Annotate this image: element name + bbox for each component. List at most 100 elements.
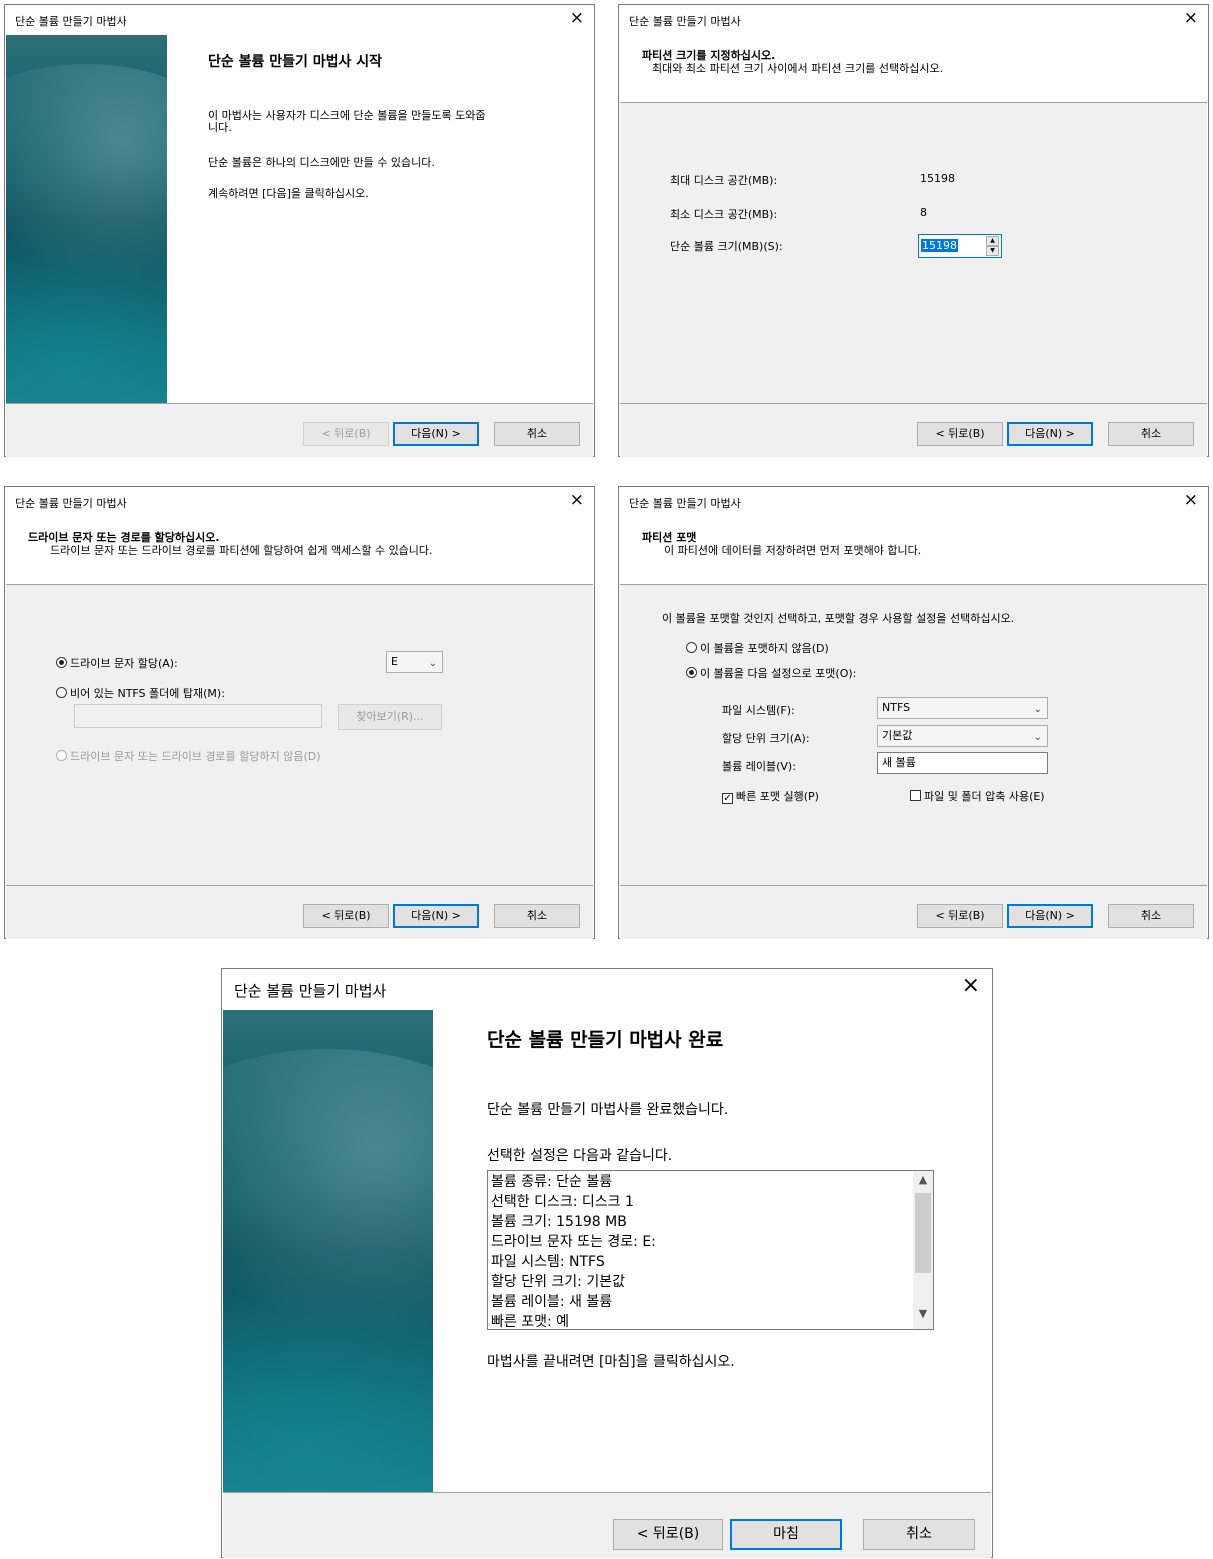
compression-label: 파일 및 폴더 압축 사용(E) [924,790,1045,803]
assign-letter-label: 드라이브 문자 할당(A): [70,657,178,670]
close-icon[interactable]: × [1184,490,1198,510]
page-body: 최대 디스크 공간(MB): 15198 최소 디스크 공간(MB): 8 단순… [620,103,1207,403]
button-bar: < 뒤로(B) 다음(N) > 취소 [620,885,1207,939]
wizard-dialog-format: 단순 볼륨 만들기 마법사 × 파티션 포맷 이 파티션에 데이터를 저장하려면… [618,486,1209,939]
button-bar: < 뒤로(B) 다음(N) > 취소 [620,403,1207,457]
summary-lines: 볼륨 종류: 단순 볼륨 선택한 디스크: 디스크 1 볼륨 크기: 15198… [488,1172,913,1330]
summary-scrollbar[interactable]: ▲ ▼ [913,1171,933,1329]
finish-instruction: 마법사를 끝내려면 [마침]을 클릭하십시오. [487,1354,735,1370]
spin-up-icon[interactable]: ▲ [986,236,999,246]
list-item: 빠른 포맷: 예 [491,1314,570,1330]
allocation-size-value: 기본값 [882,729,913,742]
list-item: 선택한 디스크: 디스크 1 [491,1194,634,1210]
quick-format-label: 빠른 포맷 실행(P) [736,790,819,803]
assign-letter-radio[interactable]: 드라이브 문자 할당(A): [56,655,178,671]
window-title: 단순 볼륨 만들기 마법사 [234,982,387,1000]
next-button[interactable]: 다음(N) > [1007,422,1093,446]
mount-folder-radio[interactable]: 비어 있는 NTFS 폴더에 탑재(M): [56,685,225,701]
radio-unselected-icon [686,642,697,653]
close-icon[interactable]: × [962,975,980,997]
wizard-banner-image [223,1010,433,1492]
drive-letter-select[interactable]: E ⌄ [386,651,443,673]
wizard-dialog-complete: 단순 볼륨 만들기 마법사 × 단순 볼륨 만들기 마법사 완료 단순 볼륨 만… [221,968,993,1558]
volume-label-value: 새 볼륨 [882,756,916,769]
list-item: 볼륨 크기: 15198 MB [491,1214,627,1230]
volume-size-stepper[interactable]: 15198 ▲ ▼ [918,234,1002,258]
close-icon[interactable]: × [570,490,584,510]
page-body: 드라이브 문자 할당(A): E ⌄ 비어 있는 NTFS 폴더에 탑재(M):… [6,585,593,885]
cancel-button[interactable]: 취소 [863,1519,975,1550]
title-bar: 단순 볼륨 만들기 마법사 × [619,487,1208,517]
page-subtitle: 드라이브 문자 또는 드라이브 경로를 파티션에 할당하여 쉽게 액세스할 수 … [50,544,433,557]
window-title: 단순 볼륨 만들기 마법사 [15,15,127,28]
button-bar: < 뒤로(B) 마침 취소 [223,1492,991,1558]
wizard-banner-image [6,35,167,403]
next-button[interactable]: 다음(N) > [1007,904,1093,928]
checkbox-checked-icon: ✓ [722,793,733,804]
spin-down-icon[interactable]: ▼ [986,246,999,256]
radio-selected-icon [56,657,67,668]
page-header: 파티션 크기를 지정하십시오. 최대와 최소 파티션 크기 사이에서 파티션 크… [620,35,1207,103]
no-letter-radio[interactable]: 드라이브 문자 또는 드라이브 경로를 할당하지 않음(D) [56,748,321,764]
title-bar: 단순 볼륨 만들기 마법사 × [619,5,1208,35]
back-button[interactable]: < 뒤로(B) [303,422,389,446]
no-format-radio[interactable]: 이 볼륨을 포맷하지 않음(D) [686,640,829,656]
compression-checkbox[interactable]: 파일 및 폴더 압축 사용(E) [910,788,1045,804]
page-subtitle: 최대와 최소 파티션 크기 사이에서 파티션 크기를 선택하십시오. [652,62,944,75]
complete-text: 단순 볼륨 만들기 마법사를 완료했습니다. [487,1102,729,1118]
scroll-thumb[interactable] [915,1193,931,1273]
file-system-select[interactable]: NTFS ⌄ [877,697,1048,719]
finish-button[interactable]: 마침 [730,1519,842,1550]
list-item: 볼륨 종류: 단순 볼륨 [491,1174,613,1190]
close-icon[interactable]: × [1184,8,1198,28]
min-size-label: 최소 디스크 공간(MB): [670,208,778,221]
page-header: 파티션 포맷 이 파티션에 데이터를 저장하려면 먼저 포맷해야 합니다. [620,517,1207,585]
back-button[interactable]: < 뒤로(B) [917,422,1003,446]
mount-folder-label: 비어 있는 NTFS 폴더에 탑재(M): [70,687,225,700]
scroll-down-icon[interactable]: ▼ [913,1307,933,1327]
volume-size-value[interactable]: 15198 [921,239,958,252]
wizard-heading: 단순 볼륨 만들기 마법사 시작 [208,54,383,70]
back-button[interactable]: < 뒤로(B) [613,1519,723,1550]
back-button[interactable]: < 뒤로(B) [303,904,389,928]
format-radio[interactable]: 이 볼륨을 다음 설정으로 포맷(O): [686,665,856,681]
format-intro: 이 볼륨을 포맷할 것인지 선택하고, 포맷할 경우 사용할 설정을 선택하십시… [662,612,1015,625]
chevron-down-icon: ⌄ [428,658,437,669]
mount-path-field[interactable] [74,704,322,728]
close-icon[interactable]: × [570,8,584,28]
cancel-button[interactable]: 취소 [1108,904,1194,928]
single-disk-text: 단순 볼륨은 하나의 디스크에만 만들 수 있습니다. [208,156,435,169]
page-body: 이 볼륨을 포맷할 것인지 선택하고, 포맷할 경우 사용할 설정을 선택하십시… [620,585,1207,885]
allocation-size-select[interactable]: 기본값 ⌄ [877,725,1048,747]
list-item: 볼륨 레이블: 새 볼륨 [491,1294,613,1310]
button-bar: < 뒤로(B) 다음(N) > 취소 [6,885,593,939]
file-system-value: NTFS [882,701,911,714]
chevron-down-icon: ⌄ [1033,732,1042,743]
checkbox-unchecked-icon [910,790,921,801]
chevron-down-icon: ⌄ [1033,704,1042,715]
cancel-button[interactable]: 취소 [494,904,580,928]
intro-text: 이 마법사는 사용자가 디스크에 단순 볼륨을 만들도록 도와줍 [208,109,486,122]
scroll-up-icon[interactable]: ▲ [913,1173,933,1193]
no-format-label: 이 볼륨을 포맷하지 않음(D) [700,642,829,655]
back-button[interactable]: < 뒤로(B) [917,904,1003,928]
browse-button[interactable]: 찾아보기(R)... [338,704,442,730]
wizard-heading: 단순 볼륨 만들기 마법사 완료 [487,1029,724,1051]
min-size-value: 8 [920,206,927,219]
file-system-label: 파일 시스템(F): [722,704,795,717]
cancel-button[interactable]: 취소 [494,422,580,446]
volume-size-label: 단순 볼륨 크기(MB)(S): [670,240,783,253]
next-button[interactable]: 다음(N) > [393,904,479,928]
wizard-dialog-drive-letter: 단순 볼륨 만들기 마법사 × 드라이브 문자 또는 경로를 할당하십시오. 드… [4,486,595,939]
title-bar: 단순 볼륨 만들기 마법사 × [5,487,594,517]
settings-intro: 선택한 설정은 다음과 같습니다. [487,1148,673,1164]
no-letter-label: 드라이브 문자 또는 드라이브 경로를 할당하지 않음(D) [70,750,321,763]
wizard-dialog-size: 단순 볼륨 만들기 마법사 × 파티션 크기를 지정하십시오. 최대와 최소 파… [618,4,1209,457]
cancel-button[interactable]: 취소 [1108,422,1194,446]
next-button[interactable]: 다음(N) > [393,422,479,446]
settings-summary-list[interactable]: 볼륨 종류: 단순 볼륨 선택한 디스크: 디스크 1 볼륨 크기: 15198… [487,1170,934,1330]
radio-unselected-icon [56,687,67,698]
window-title: 단순 볼륨 만들기 마법사 [15,497,127,510]
volume-label-field[interactable]: 새 볼륨 [877,752,1048,774]
quick-format-checkbox[interactable]: ✓ 빠른 포맷 실행(P) [722,788,819,804]
